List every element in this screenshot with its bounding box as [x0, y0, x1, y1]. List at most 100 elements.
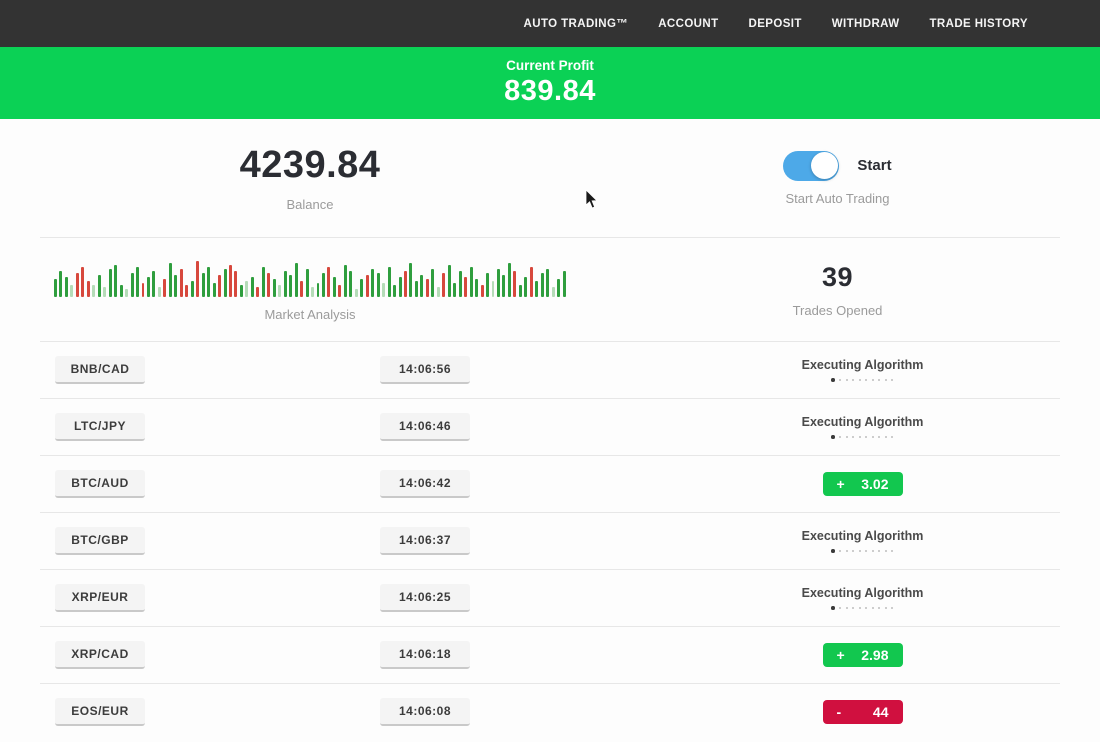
- chart-bar: [158, 287, 161, 297]
- chart-bar: [453, 283, 456, 297]
- chart-bar: [563, 271, 566, 297]
- chart-bar: [546, 269, 549, 297]
- nav-item-account[interactable]: ACCOUNT: [658, 18, 718, 30]
- top-nav: AUTO TRADING™ ACCOUNT DEPOSIT WITHDRAW TRADE…: [0, 0, 1100, 47]
- progress-dot: [859, 379, 861, 381]
- pair-pill[interactable]: XRP/EUR: [55, 584, 145, 612]
- result-badge: +3.02: [823, 472, 903, 496]
- time-pill[interactable]: 14:06:37: [380, 527, 470, 555]
- chart-bar: [224, 269, 227, 297]
- executing-text: Executing Algorithm: [802, 529, 924, 543]
- chart-bar: [338, 285, 341, 297]
- chart-bar: [125, 289, 128, 297]
- chart-bar: [87, 281, 90, 297]
- pair-cell: BTC/GBP: [40, 527, 380, 555]
- chart-bar: [557, 279, 560, 297]
- chart-bar: [136, 267, 139, 297]
- status-cell: Executing Algorithm: [690, 529, 1060, 553]
- pair-cell: BTC/AUD: [40, 470, 380, 498]
- executing-text: Executing Algorithm: [802, 586, 924, 600]
- trade-row: XRP/EUR 14:06:25 Executing Algorithm: [40, 569, 1060, 626]
- progress-dot: [878, 436, 880, 438]
- trades-opened-stat: 39 Trades Opened: [620, 262, 1100, 318]
- pair-cell: LTC/JPY: [40, 413, 380, 441]
- chart-bar: [278, 285, 281, 297]
- result-sign: -: [837, 704, 842, 720]
- chart-bar: [59, 271, 62, 297]
- chart-bar: [81, 267, 84, 297]
- time-pill[interactable]: 14:06:46: [380, 413, 470, 441]
- progress-dot: [839, 379, 841, 381]
- stats-row-balance: 4239.84 Balance Start Start Auto Trading: [0, 119, 1100, 237]
- auto-trading-stat: Start Start Auto Trading: [620, 151, 1100, 206]
- chart-bar: [388, 267, 391, 297]
- chart-bar: [366, 275, 369, 297]
- chart-bar: [207, 267, 210, 297]
- chart-bar: [234, 271, 237, 297]
- executing-status: Executing Algorithm: [802, 358, 924, 382]
- nav-item-trade-history[interactable]: TRADE HISTORY: [930, 18, 1029, 30]
- nav-item-auto-trading[interactable]: AUTO TRADING™: [524, 18, 629, 30]
- pair-pill[interactable]: BTC/AUD: [55, 470, 145, 498]
- pair-pill[interactable]: XRP/CAD: [55, 641, 145, 669]
- progress-dot: [865, 436, 867, 438]
- chart-bar: [344, 265, 347, 297]
- chart-bar: [76, 273, 79, 297]
- pair-pill[interactable]: EOS/EUR: [55, 698, 145, 726]
- chart-bar: [552, 287, 555, 297]
- chart-bar: [196, 261, 199, 297]
- progress-dot: [846, 379, 848, 381]
- status-cell: - 44: [690, 700, 1060, 724]
- progress-dot: [846, 436, 848, 438]
- chart-bar: [470, 267, 473, 297]
- chart-bar: [65, 277, 68, 297]
- time-pill[interactable]: 14:06:42: [380, 470, 470, 498]
- chart-bar: [513, 271, 516, 297]
- pair-cell: XRP/EUR: [40, 584, 380, 612]
- nav-item-withdraw[interactable]: WITHDRAW: [832, 18, 900, 30]
- chart-bar: [377, 273, 380, 297]
- pair-pill[interactable]: BTC/GBP: [55, 527, 145, 555]
- chart-bar: [360, 279, 363, 297]
- chart-bar: [459, 271, 462, 297]
- pair-pill[interactable]: BNB/CAD: [55, 356, 145, 384]
- chart-bar: [492, 281, 495, 297]
- profit-value: 839.84: [0, 75, 1100, 108]
- progress-dot: [865, 607, 867, 609]
- progress-dot: [852, 379, 854, 381]
- time-pill[interactable]: 14:06:18: [380, 641, 470, 669]
- chart-bar: [311, 287, 314, 297]
- progress-dots: [831, 435, 893, 439]
- chart-bar: [415, 281, 418, 297]
- trade-row: LTC/JPY 14:06:46 Executing Algorithm: [40, 398, 1060, 455]
- progress-dots: [831, 378, 893, 382]
- progress-dot: [852, 550, 854, 552]
- chart-bar: [322, 273, 325, 297]
- status-cell: Executing Algorithm: [690, 586, 1060, 610]
- trades-opened-value: 39: [822, 262, 853, 293]
- trade-row: XRP/CAD 14:06:18 +2.98: [40, 626, 1060, 683]
- chart-bar: [448, 265, 451, 297]
- profit-label: Current Profit: [0, 58, 1100, 73]
- time-pill[interactable]: 14:06:25: [380, 584, 470, 612]
- result-value: 2.98: [861, 647, 888, 663]
- time-pill[interactable]: 14:06:08: [380, 698, 470, 726]
- pair-pill[interactable]: LTC/JPY: [55, 413, 145, 441]
- chart-bar: [409, 263, 412, 297]
- chart-bar: [229, 265, 232, 297]
- nav-item-deposit[interactable]: DEPOSIT: [749, 18, 802, 30]
- result-sign: +: [837, 647, 845, 663]
- time-pill[interactable]: 14:06:56: [380, 356, 470, 384]
- chart-bar: [535, 281, 538, 297]
- chart-bar: [142, 283, 145, 297]
- chart-bar: [420, 275, 423, 297]
- progress-dots: [831, 606, 893, 610]
- result-value: 44: [873, 704, 889, 720]
- trades-list: BNB/CAD 14:06:56 Executing Algorithm LTC…: [40, 341, 1060, 740]
- chart-bar: [295, 263, 298, 297]
- balance-label: Balance: [287, 197, 334, 212]
- market-analysis-label: Market Analysis: [264, 307, 355, 322]
- chart-bar: [289, 275, 292, 297]
- status-cell: +2.98: [690, 643, 1060, 667]
- auto-trading-toggle[interactable]: [783, 151, 839, 181]
